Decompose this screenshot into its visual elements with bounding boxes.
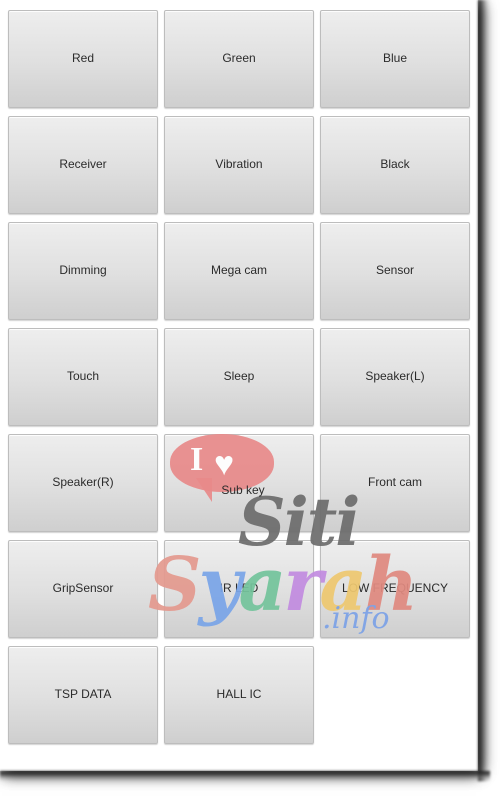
button-sub-key[interactable] — [164, 434, 314, 532]
button-label: Receiver — [59, 157, 107, 172]
button-label: Dimming — [59, 263, 107, 278]
button-front-cam[interactable]: Front cam — [320, 434, 470, 532]
button-speaker-left[interactable]: Speaker(L) — [320, 328, 470, 426]
frame-right-shadow — [478, 0, 490, 781]
frame-bottom-shadow — [0, 771, 490, 781]
button-red[interactable]: Red — [8, 10, 158, 108]
button-hall-ic[interactable]: HALL IC — [164, 646, 314, 744]
button-grip-sensor[interactable]: GripSensor — [8, 540, 158, 638]
button-label: LOW FREQUENCY — [341, 581, 448, 596]
button-label: Mega cam — [210, 263, 268, 278]
button-label: Green — [222, 51, 256, 66]
button-ir-led[interactable]: IR LED — [164, 540, 314, 638]
button-green[interactable]: Green — [164, 10, 314, 108]
button-label: Sensor — [375, 263, 415, 278]
button-mega-cam[interactable]: Mega cam — [164, 222, 314, 320]
test-button-grid: Red Green Blue Receiver Vibration Black … — [8, 10, 470, 744]
button-sleep[interactable]: Sleep — [164, 328, 314, 426]
device-screen-frame: Red Green Blue Receiver Vibration Black … — [0, 0, 478, 771]
button-label: Touch — [66, 369, 100, 384]
button-label: HALL IC — [216, 687, 262, 702]
button-sensor[interactable]: Sensor — [320, 222, 470, 320]
button-label: TSP DATA — [54, 687, 112, 702]
button-label: Front cam — [367, 475, 422, 490]
button-tsp-data[interactable]: TSP DATA — [8, 646, 158, 744]
button-label: Vibration — [215, 157, 263, 172]
button-label: Speaker(R) — [52, 475, 114, 490]
button-touch[interactable]: Touch — [8, 328, 158, 426]
button-vibration[interactable]: Vibration — [164, 116, 314, 214]
button-label: Red — [71, 51, 94, 66]
button-dimming[interactable]: Dimming — [8, 222, 158, 320]
button-label: GripSensor — [52, 581, 114, 596]
button-speaker-right[interactable]: Speaker(R) — [8, 434, 158, 532]
button-black[interactable]: Black — [320, 116, 470, 214]
button-label: Sleep — [223, 369, 255, 384]
button-blue[interactable]: Blue — [320, 10, 470, 108]
button-label: Speaker(L) — [365, 369, 425, 384]
button-label: IR LED — [219, 581, 259, 596]
button-low-frequency[interactable]: LOW FREQUENCY — [320, 540, 470, 638]
button-label: Blue — [382, 51, 408, 66]
button-receiver[interactable]: Receiver — [8, 116, 158, 214]
button-label: Black — [380, 157, 410, 172]
